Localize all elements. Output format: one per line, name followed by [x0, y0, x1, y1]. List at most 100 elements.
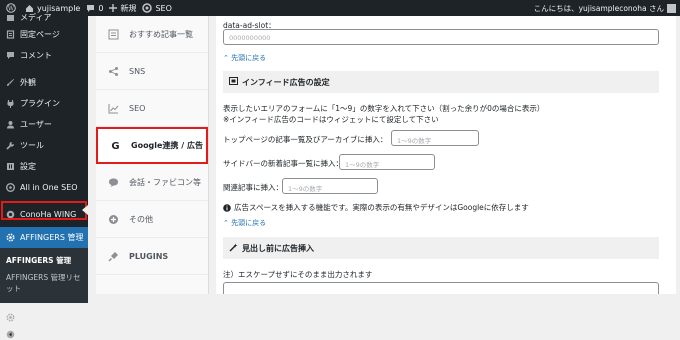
sidebar-item-label: プラグイン	[20, 99, 60, 108]
heading-ad-title: 見出し前に広告挿入	[242, 243, 314, 253]
tab-other[interactable]: その他	[96, 201, 208, 238]
heading-ad-code-textarea[interactable]	[223, 282, 659, 294]
plus-circle-icon	[109, 214, 118, 224]
media-icon	[7, 14, 14, 21]
google-icon: G	[111, 141, 119, 151]
sidebar-collapse-menu[interactable]: メニューを閉じる	[0, 328, 88, 340]
back-to-top-link-1[interactable]: ⌃ 先頭に戻る	[223, 53, 266, 63]
sidebar-item-label: 設定	[20, 162, 36, 171]
sidebar-item-label: 固定ページ	[20, 30, 60, 39]
tab-plugins[interactable]: PLUGINS	[96, 238, 208, 275]
pages-icon	[6, 30, 15, 39]
settings-tabs: おすすめ記事一覧 SNS SEO G Google連携 / 広告 会話・ファビコ…	[96, 16, 209, 294]
info-icon	[223, 203, 231, 212]
greeting-text: こんにちは、yujisampleconoha さん	[533, 3, 664, 13]
ad-note: 広告スペースを挿入する機能です。実際の表示の有無やデザインはGoogleに依存し…	[223, 202, 529, 213]
tab-google-ads[interactable]: G Google連携 / 広告	[96, 127, 208, 164]
list-icon	[108, 29, 119, 39]
sidebar-item-label: ランキング管理	[20, 313, 76, 322]
tab-recommended-posts[interactable]: おすすめ記事一覧	[96, 16, 208, 53]
sidebar-item-label: AFFINGERS 管理	[20, 233, 84, 242]
sidebar-item-comments[interactable]: コメント	[0, 45, 88, 66]
sidebar-item-appearance[interactable]: 外観	[0, 72, 88, 93]
submenu-affingers-reset[interactable]: AFFINGERS 管理リセット	[0, 269, 88, 297]
sidebar-item-all-in-one-seo[interactable]: All in One SEO	[0, 177, 88, 198]
users-icon	[7, 121, 14, 129]
submenu-affingers-manage[interactable]: AFFINGERS 管理	[0, 252, 88, 269]
affingers-gear-icon	[6, 233, 15, 242]
tab-label: 会話・ファビコン等	[129, 177, 201, 187]
back-to-top-link-2[interactable]: ⌃ 先頭に戻る	[223, 218, 266, 228]
top-archive-label: トップページの記事一覧及びアーカイブに挿入：	[223, 135, 388, 144]
seo-gear-icon	[142, 3, 153, 13]
brush-icon	[7, 79, 14, 86]
seo-label: SEO	[155, 3, 172, 13]
sidebar-item-label: コメント	[20, 51, 52, 60]
chat-icon	[109, 178, 118, 187]
svg-text:G: G	[111, 141, 119, 151]
sidebar-item-affingers[interactable]: AFFINGERS 管理	[0, 227, 88, 248]
infeed-section-header: インフィード広告の設定	[223, 71, 659, 93]
seo-menu-link[interactable]: SEO	[142, 3, 172, 13]
share-icon	[109, 66, 118, 76]
plus-icon	[109, 4, 118, 12]
related-label: 関連記事に挿入：	[223, 183, 283, 192]
sidebar-new-input[interactable]: 1〜9の数字	[339, 154, 435, 170]
tab-seo[interactable]: SEO	[96, 90, 208, 127]
sidebar-item-pages[interactable]: 固定ページ	[0, 24, 88, 45]
comments-count: 0	[98, 3, 104, 13]
related-input[interactable]: 1〜9の数字	[282, 178, 378, 194]
comments-link[interactable]: 0	[86, 4, 103, 13]
account-menu[interactable]: こんにちは、yujisampleconoha さん	[534, 0, 676, 16]
tab-sns[interactable]: SNS	[96, 53, 208, 90]
sidebar-item-ranking[interactable]: ランキング管理	[0, 307, 88, 328]
sidebar-new-label: サイドバーの新着記事一覧に挿入：	[223, 159, 343, 168]
tab-label: SNS	[129, 66, 146, 76]
infeed-title: インフィード広告の設定	[242, 77, 330, 87]
sidebar-item-label: ユーザー	[20, 120, 52, 129]
avatar	[667, 3, 676, 13]
infeed-icon	[229, 77, 238, 87]
plugin-icon	[7, 100, 14, 108]
sidebar-item-label: 外観	[20, 78, 36, 87]
infeed-desc-2: ※インフィード広告のコードはウィジェットにて設定して下さい	[223, 115, 439, 124]
heading-ad-note: 注）エスケープせずにそのまま出力されます	[223, 270, 373, 279]
admin-sidebar: メディア 固定ページ コメント 外観 プラグイン ユーザー ツール 設定 All…	[0, 13, 88, 339]
settings-icon	[7, 163, 14, 170]
chart-icon	[108, 103, 119, 113]
sidebar-item-label: メディア	[20, 12, 52, 22]
new-content-link[interactable]: 新規	[109, 3, 136, 14]
sidebar-item-plugins[interactable]: プラグイン	[0, 93, 88, 114]
ranking-gear-icon	[6, 313, 15, 322]
tab-label: PLUGINS	[129, 251, 169, 261]
tab-label: Google連携 / 広告	[131, 141, 203, 150]
sidebar-item-media[interactable]: メディア	[0, 10, 88, 24]
top-archive-input[interactable]: 1〜9の数字	[391, 130, 479, 146]
sidebar-item-users[interactable]: ユーザー	[0, 114, 88, 135]
sidebar-item-tools[interactable]: ツール	[0, 135, 88, 156]
plug-icon	[108, 251, 118, 261]
admin-bar: W yujisample 0 新規 SEO こんにちは、yujisampleco…	[0, 0, 680, 16]
tab-chat-favicon[interactable]: 会話・ファビコン等	[96, 164, 208, 201]
tab-label: SEO	[129, 103, 146, 113]
infeed-desc-1: 表示したいエリアのフォームに「1〜9」の数字を入れて下さい（割った余りが0の場合…	[223, 104, 545, 113]
sidebar-item-label: ツール	[20, 141, 44, 150]
wand-icon	[229, 243, 238, 254]
comments-icon	[7, 52, 14, 59]
collapse-icon	[6, 330, 15, 338]
settings-content: data-ad-slot： 0000000000 ⌃ 先頭に戻る インフィード広…	[216, 16, 676, 294]
new-label: 新規	[120, 3, 137, 13]
heading-ad-section-header: 見出し前に広告挿入	[223, 237, 659, 259]
wrench-icon	[6, 141, 15, 150]
current-menu-arrow	[82, 205, 88, 215]
back-to-top-label: 先頭に戻る	[231, 54, 267, 62]
ad-slot-input[interactable]: 0000000000	[223, 29, 659, 45]
sidebar-item-label: All in One SEO	[20, 183, 78, 192]
sidebar-item-label: メニューを閉じる	[20, 329, 84, 339]
tab-label: その他	[129, 214, 153, 224]
sidebar-item-settings[interactable]: 設定	[0, 156, 88, 177]
back-to-top-label: 先頭に戻る	[231, 219, 267, 227]
ad-note-text: 広告スペースを挿入する機能です。実際の表示の有無やデザインはGoogleに依存し…	[234, 203, 529, 212]
affingers-highlight-box	[1, 201, 87, 220]
aioseo-icon	[6, 183, 15, 192]
